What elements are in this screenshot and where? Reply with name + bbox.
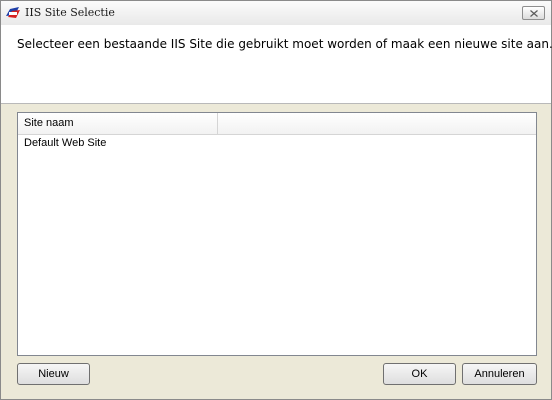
- window-title: IIS Site Selectie: [25, 6, 115, 19]
- body-panel: Site naam Default Web Site Nieuw OK Annu…: [1, 104, 551, 399]
- close-icon: [530, 10, 538, 17]
- header-panel: Selecteer een bestaande IIS Site die geb…: [1, 25, 552, 104]
- new-button[interactable]: Nieuw: [17, 363, 90, 385]
- list-header: Site naam: [18, 113, 536, 135]
- ok-button[interactable]: OK: [383, 363, 456, 385]
- app-logo-icon: [6, 6, 21, 20]
- cancel-button[interactable]: Annuleren: [462, 363, 537, 385]
- column-header-empty[interactable]: [218, 113, 536, 134]
- dialog-window: IIS Site Selectie Selecteer een bestaand…: [0, 0, 552, 400]
- close-button[interactable]: [522, 6, 545, 20]
- column-header-site-naam[interactable]: Site naam: [18, 113, 218, 134]
- site-list[interactable]: Site naam Default Web Site: [17, 112, 537, 356]
- instruction-text: Selecteer een bestaande IIS Site die geb…: [17, 37, 552, 51]
- list-item[interactable]: Default Web Site: [18, 135, 536, 152]
- title-bar[interactable]: IIS Site Selectie: [1, 1, 551, 26]
